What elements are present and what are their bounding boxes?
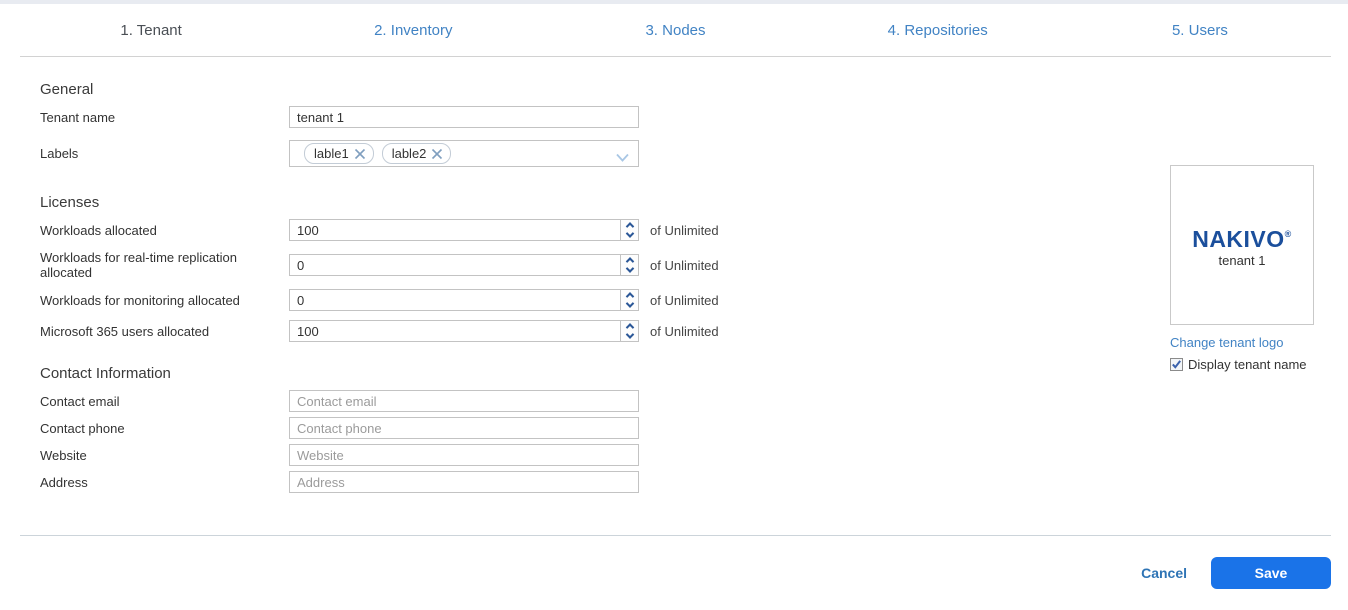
workloads-allocated-label: Workloads allocated <box>40 223 289 238</box>
chevron-down-icon <box>625 299 633 307</box>
step-tenant[interactable]: 1. Tenant <box>20 22 282 39</box>
branding-panel: NAKIVO® tenant 1 Change tenant logo Disp… <box>1170 165 1314 372</box>
nakivo-logo: NAKIVO® <box>1192 222 1292 251</box>
contact-phone-row: Contact phone <box>40 417 1348 439</box>
address-label: Address <box>40 475 289 490</box>
step-nodes[interactable]: 3. Nodes <box>544 22 806 39</box>
website-row: Website <box>40 444 1348 466</box>
step-repositories[interactable]: 4. Repositories <box>807 22 1069 39</box>
m365-users-spinner <box>620 321 638 341</box>
monitoring-label: Workloads for monitoring allocated <box>40 293 289 308</box>
monitoring-input[interactable] <box>289 289 639 311</box>
licenses-section-heading: Licenses <box>40 194 1348 211</box>
step-users[interactable]: 5. Users <box>1069 22 1331 39</box>
chevron-down-icon <box>625 264 633 272</box>
label-chip: lable1 <box>304 143 374 164</box>
label-chip: lable2 <box>382 143 452 164</box>
display-tenant-name-row: Display tenant name <box>1170 357 1314 372</box>
nakivo-logo-text: NAKIVO <box>1192 226 1284 252</box>
spinner-down-button[interactable] <box>621 265 638 275</box>
logo-tenant-name: tenant 1 <box>1219 253 1266 268</box>
m365-users-row: Microsoft 365 users allocated of Unlimit… <box>40 320 1348 342</box>
contact-phone-input[interactable] <box>289 417 639 439</box>
label-chip-text: lable2 <box>392 146 427 161</box>
remove-label-icon[interactable] <box>354 148 366 160</box>
workloads-allocated-limit: of Unlimited <box>650 223 719 238</box>
address-row: Address <box>40 471 1348 493</box>
website-label: Website <box>40 448 289 463</box>
monitoring-spinner <box>620 290 638 310</box>
cancel-button[interactable]: Cancel <box>1141 565 1187 581</box>
realtime-replication-spinner <box>620 255 638 275</box>
label-chip-text: lable1 <box>314 146 349 161</box>
contact-email-input[interactable] <box>289 390 639 412</box>
step-inventory[interactable]: 2. Inventory <box>282 22 544 39</box>
display-tenant-name-label: Display tenant name <box>1188 357 1307 372</box>
realtime-replication-row: Workloads for real-time replication allo… <box>40 250 1348 280</box>
workloads-allocated-spinner <box>620 220 638 240</box>
chevron-down-icon <box>625 330 633 338</box>
labels-multiselect[interactable]: lable1 lable2 <box>289 140 639 167</box>
m365-users-limit: of Unlimited <box>650 324 719 339</box>
labels-label: Labels <box>40 146 289 161</box>
save-button[interactable]: Save <box>1211 557 1331 589</box>
display-tenant-name-checkbox[interactable] <box>1170 358 1183 371</box>
address-input[interactable] <box>289 471 639 493</box>
chevron-down-icon[interactable] <box>616 149 629 167</box>
contact-email-label: Contact email <box>40 394 289 409</box>
tenant-name-label: Tenant name <box>40 110 289 125</box>
remove-label-icon[interactable] <box>431 148 443 160</box>
m365-users-label: Microsoft 365 users allocated <box>40 324 289 339</box>
tenant-logo-box: NAKIVO® tenant 1 <box>1170 165 1314 325</box>
change-tenant-logo-link[interactable]: Change tenant logo <box>1170 335 1314 350</box>
contact-section-heading: Contact Information <box>40 365 1348 382</box>
spinner-down-button[interactable] <box>621 331 638 341</box>
contact-phone-label: Contact phone <box>40 421 289 436</box>
tenant-name-input[interactable] <box>289 106 639 128</box>
tenant-form: General Tenant name Labels lable1 lable2 <box>0 81 1348 493</box>
website-input[interactable] <box>289 444 639 466</box>
monitoring-row: Workloads for monitoring allocated of Un… <box>40 289 1348 311</box>
workloads-allocated-row: Workloads allocated of Unlimited <box>40 219 1348 241</box>
contact-email-row: Contact email <box>40 390 1348 412</box>
wizard-step-bar: 1. Tenant 2. Inventory 3. Nodes 4. Repos… <box>20 4 1331 57</box>
workloads-allocated-input[interactable] <box>289 219 639 241</box>
realtime-replication-input[interactable] <box>289 254 639 276</box>
m365-users-input[interactable] <box>289 320 639 342</box>
tenant-name-row: Tenant name <box>40 106 1348 128</box>
footer-bar: Cancel Save <box>20 535 1331 610</box>
spinner-down-button[interactable] <box>621 300 638 310</box>
labels-row: Labels lable1 lable2 <box>40 140 1348 167</box>
general-section-heading: General <box>40 81 1348 98</box>
realtime-replication-label: Workloads for real-time replication allo… <box>40 250 289 280</box>
chevron-down-icon <box>625 229 633 237</box>
spinner-down-button[interactable] <box>621 230 638 240</box>
realtime-replication-limit: of Unlimited <box>650 258 719 273</box>
monitoring-limit: of Unlimited <box>650 293 719 308</box>
registered-mark: ® <box>1285 229 1292 239</box>
